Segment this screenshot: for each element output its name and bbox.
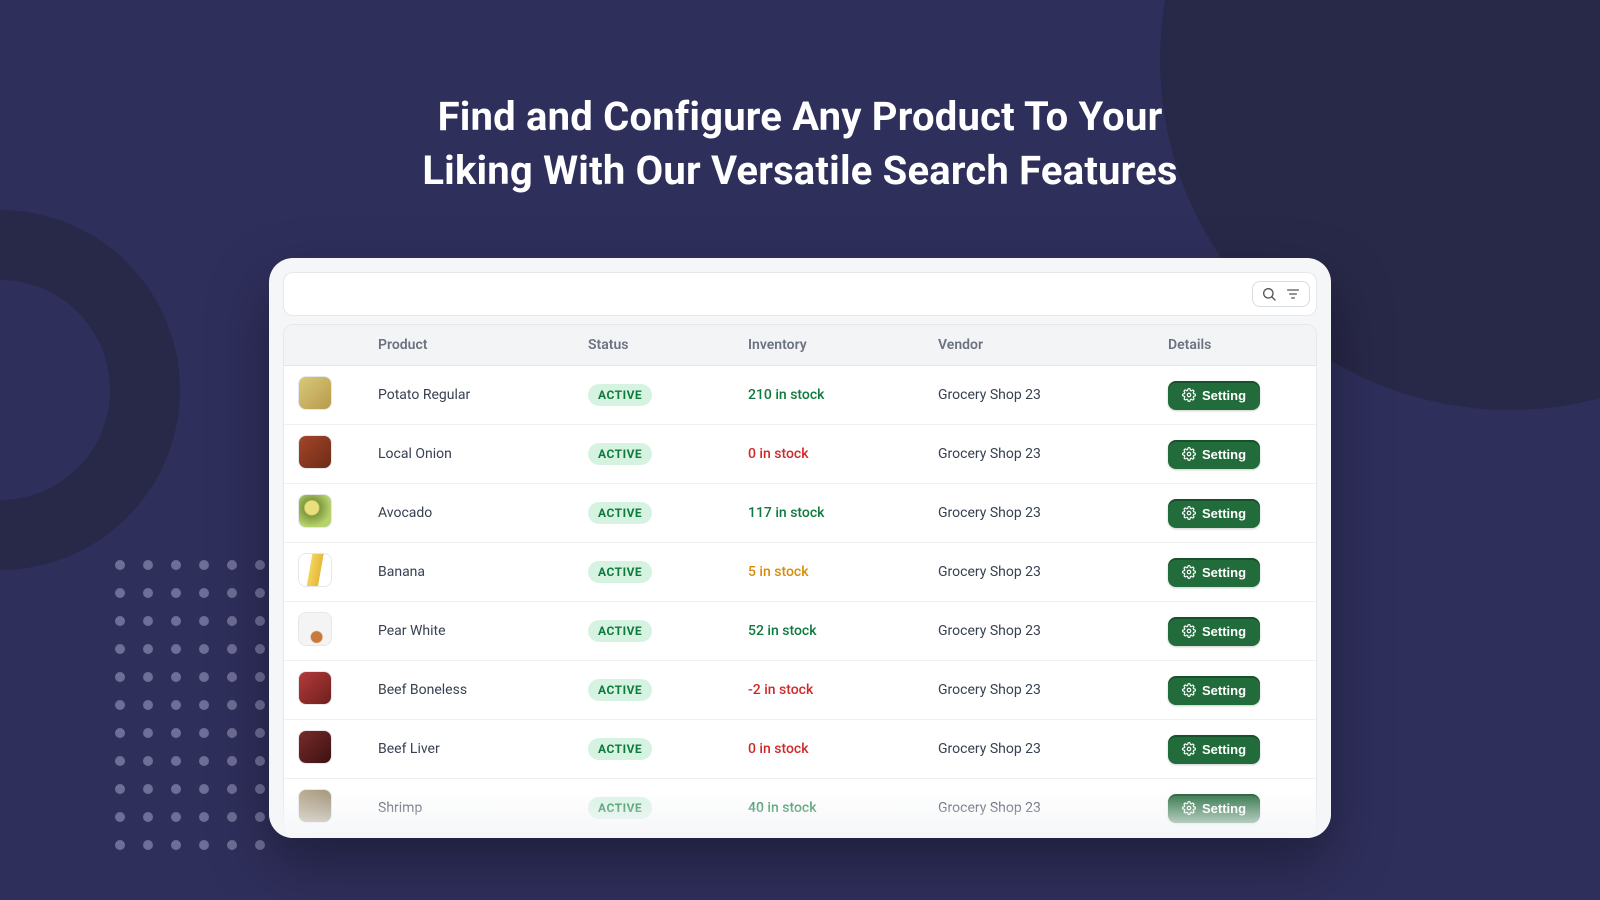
vendor-name: Grocery Shop 23: [938, 623, 1041, 639]
gear-icon: [1182, 742, 1196, 756]
table-row: Banana ACTIVE 5 in stock Grocery Shop 23 Set…: [284, 543, 1316, 602]
gear-icon: [1182, 683, 1196, 697]
table-header-row: Product Status Inventory Vendor Details: [284, 325, 1316, 366]
filter-icon[interactable]: [1285, 286, 1301, 302]
search-bar[interactable]: [283, 272, 1317, 316]
product-name: Avocado: [378, 505, 432, 521]
product-name: Beef Liver: [378, 741, 440, 757]
inventory-value: 40 in stock: [748, 800, 817, 816]
vendor-name: Grocery Shop 23: [938, 564, 1041, 580]
table-row: Beef Boneless ACTIVE -2 in stock Grocery Sh…: [284, 661, 1316, 720]
vendor-name: Grocery Shop 23: [938, 741, 1041, 757]
product-thumb: [298, 494, 332, 528]
gear-icon: [1182, 565, 1196, 579]
inventory-value: 52 in stock: [748, 623, 817, 639]
product-thumb: [298, 376, 332, 410]
setting-button[interactable]: Setting: [1168, 676, 1260, 705]
setting-button[interactable]: Setting: [1168, 558, 1260, 587]
table-row: Avocado ACTIVE 117 in stock Grocery Shop 23…: [284, 484, 1316, 543]
page-headline: Find and Configure Any Product To Your L…: [0, 90, 1600, 198]
gear-icon: [1182, 388, 1196, 402]
inventory-value: 5 in stock: [748, 564, 809, 580]
product-name: Beef Boneless: [378, 682, 467, 698]
inventory-value: 0 in stock: [748, 446, 809, 462]
product-name: Pear White: [378, 623, 446, 639]
headline-line-2: Liking With Our Versatile Search Feature…: [422, 147, 1177, 194]
decorative-ring: [0, 210, 180, 570]
setting-button[interactable]: Setting: [1168, 499, 1260, 528]
column-details-header: Details: [1154, 325, 1316, 366]
status-badge: ACTIVE: [588, 679, 652, 701]
vendor-name: Grocery Shop 23: [938, 446, 1041, 462]
product-list-card: Product Status Inventory Vendor Details …: [269, 258, 1331, 838]
product-thumb: [298, 612, 332, 646]
status-badge: ACTIVE: [588, 502, 652, 524]
column-status-header: Status: [574, 325, 734, 366]
status-badge: ACTIVE: [588, 797, 652, 819]
gear-icon: [1182, 506, 1196, 520]
decorative-dot-grid: [115, 560, 265, 850]
inventory-value: -2 in stock: [748, 682, 813, 698]
column-vendor-header: Vendor: [924, 325, 1154, 366]
gear-icon: [1182, 447, 1196, 461]
product-name: Shrimp: [378, 800, 422, 816]
setting-button-label: Setting: [1202, 388, 1246, 403]
vendor-name: Grocery Shop 23: [938, 682, 1041, 698]
setting-button-label: Setting: [1202, 565, 1246, 580]
table-row: Beef Liver ACTIVE 0 in stock Grocery Shop 2…: [284, 720, 1316, 779]
product-name: Local Onion: [378, 446, 452, 462]
column-thumb-header: [284, 325, 364, 366]
product-thumb: [298, 435, 332, 469]
setting-button[interactable]: Setting: [1168, 381, 1260, 410]
product-thumb: [298, 671, 332, 705]
inventory-value: 117 in stock: [748, 505, 824, 521]
column-inventory-header: Inventory: [734, 325, 924, 366]
table-row: Local Onion ACTIVE 0 in stock Grocery Shop …: [284, 425, 1316, 484]
setting-button[interactable]: Setting: [1168, 440, 1260, 469]
setting-button-label: Setting: [1202, 447, 1246, 462]
status-badge: ACTIVE: [588, 561, 652, 583]
search-icon[interactable]: [1261, 286, 1277, 302]
column-product-header: Product: [364, 325, 574, 366]
setting-button-label: Setting: [1202, 742, 1246, 757]
status-badge: ACTIVE: [588, 384, 652, 406]
status-badge: ACTIVE: [588, 738, 652, 760]
product-table: Product Status Inventory Vendor Details …: [284, 325, 1316, 837]
table-row: Shrimp ACTIVE 40 in stock Grocery Shop 23 Se…: [284, 779, 1316, 838]
gear-icon: [1182, 624, 1196, 638]
status-badge: ACTIVE: [588, 443, 652, 465]
setting-button[interactable]: Setting: [1168, 735, 1260, 764]
gear-icon: [1182, 801, 1196, 815]
inventory-value: 210 in stock: [748, 387, 824, 403]
product-name: Potato Regular: [378, 387, 470, 403]
product-thumb: [298, 789, 332, 823]
inventory-value: 0 in stock: [748, 741, 809, 757]
table-row: Potato Regular ACTIVE 210 in stock Grocery …: [284, 366, 1316, 425]
product-thumb: [298, 553, 332, 587]
search-tools-group: [1252, 281, 1310, 307]
setting-button-label: Setting: [1202, 506, 1246, 521]
vendor-name: Grocery Shop 23: [938, 800, 1041, 816]
product-thumb: [298, 730, 332, 764]
headline-line-1: Find and Configure Any Product To Your: [438, 93, 1163, 140]
table-row: Pear White ACTIVE 52 in stock Grocery Shop …: [284, 602, 1316, 661]
setting-button-label: Setting: [1202, 801, 1246, 816]
product-name: Banana: [378, 564, 425, 580]
vendor-name: Grocery Shop 23: [938, 387, 1041, 403]
product-table-container: Product Status Inventory Vendor Details …: [283, 324, 1317, 838]
setting-button-label: Setting: [1202, 683, 1246, 698]
setting-button[interactable]: Setting: [1168, 794, 1260, 823]
setting-button-label: Setting: [1202, 624, 1246, 639]
vendor-name: Grocery Shop 23: [938, 505, 1041, 521]
setting-button[interactable]: Setting: [1168, 617, 1260, 646]
status-badge: ACTIVE: [588, 620, 652, 642]
